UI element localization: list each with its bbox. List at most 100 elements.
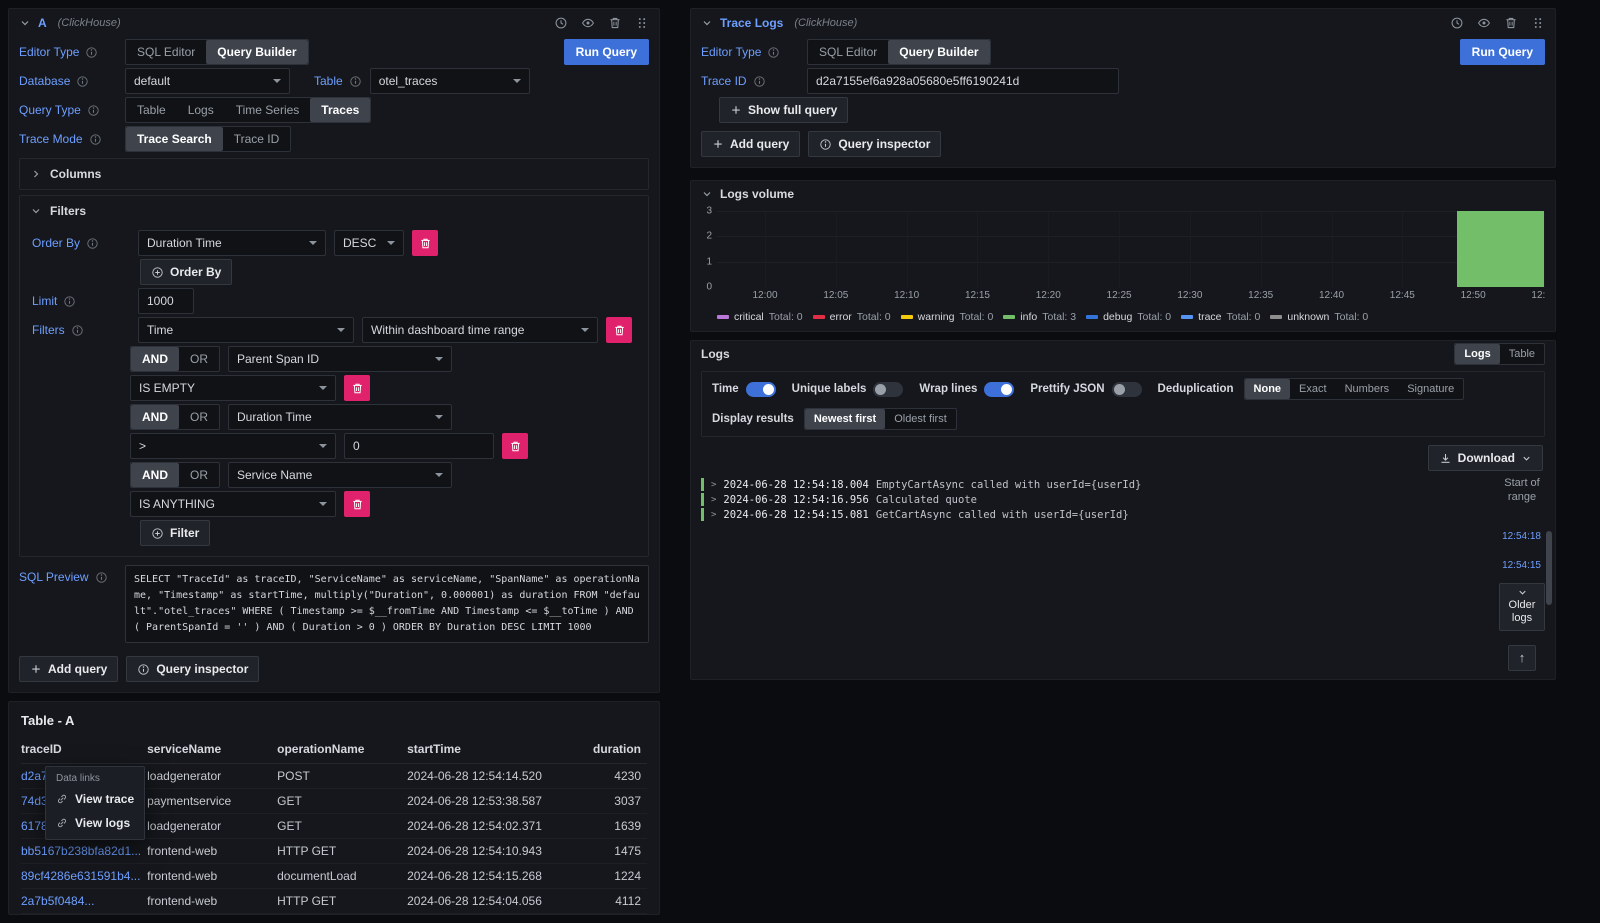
eye-icon[interactable]	[581, 16, 595, 30]
legend-item[interactable]: infoTotal: 3	[1003, 311, 1076, 323]
remove-condition-button[interactable]	[502, 433, 528, 459]
run-query-button[interactable]: Run Query	[564, 39, 649, 65]
filter-field-select[interactable]: Time	[138, 317, 354, 343]
drag-handle-icon[interactable]	[1531, 16, 1545, 30]
info-icon[interactable]	[86, 237, 99, 250]
trash-icon[interactable]	[1504, 16, 1518, 30]
older-logs-button[interactable]: Older logs	[1499, 583, 1545, 631]
trace-id-link[interactable]: bb5167b238bfa82d1...	[21, 839, 147, 864]
table-view-option[interactable]: Table	[1500, 344, 1544, 364]
time-switch[interactable]	[746, 382, 776, 397]
remove-order-by-button[interactable]	[412, 230, 438, 256]
log-row[interactable]: > 2024-06-28 12:54:16.956 Calculated quo…	[701, 492, 1493, 507]
oldest-first-option[interactable]: Oldest first	[885, 409, 956, 429]
condition-field-select[interactable]: Service Name	[228, 462, 452, 488]
query-builder-option[interactable]: Query Builder	[888, 40, 989, 64]
and-option[interactable]: AND	[131, 347, 179, 371]
log-row[interactable]: > 2024-06-28 12:54:18.004 EmptyCartAsync…	[701, 477, 1493, 492]
or-option[interactable]: OR	[179, 347, 219, 371]
remove-condition-button[interactable]	[344, 375, 370, 401]
trace-id-link[interactable]: 89cf4286e631591b4...	[21, 864, 147, 889]
log-timestamp-marker[interactable]: 12:54:15	[1502, 560, 1541, 571]
sql-editor-option[interactable]: SQL Editor	[808, 40, 888, 64]
limit-input[interactable]	[138, 288, 194, 314]
and-option[interactable]: AND	[131, 405, 179, 429]
trace-id-option[interactable]: Trace ID	[223, 127, 291, 151]
dedup-numbers-option[interactable]: Numbers	[1336, 379, 1399, 399]
info-icon[interactable]	[76, 75, 89, 88]
logs-view-option[interactable]: Logs	[1455, 344, 1499, 364]
legend-item[interactable]: traceTotal: 0	[1181, 311, 1260, 323]
order-by-field-select[interactable]: Duration Time	[138, 230, 326, 256]
column-header-starttime[interactable]: startTime	[407, 736, 579, 764]
add-query-button[interactable]: Add query	[701, 131, 800, 157]
info-icon[interactable]	[767, 46, 780, 59]
show-full-query-button[interactable]: Show full query	[719, 97, 848, 123]
drag-handle-icon[interactable]	[635, 16, 649, 30]
view-logs-menu-item[interactable]: View logs	[46, 811, 144, 835]
or-option[interactable]: OR	[179, 463, 219, 487]
query-builder-option[interactable]: Query Builder	[206, 40, 307, 64]
run-query-button[interactable]: Run Query	[1460, 39, 1545, 65]
history-icon[interactable]	[1450, 16, 1464, 30]
history-icon[interactable]	[554, 16, 568, 30]
dedup-exact-option[interactable]: Exact	[1290, 379, 1336, 399]
prettify-json-switch[interactable]	[1112, 382, 1142, 397]
add-query-button[interactable]: Add query	[19, 656, 118, 682]
query-type-logs[interactable]: Logs	[177, 98, 225, 122]
query-type-table[interactable]: Table	[126, 98, 177, 122]
legend-item[interactable]: debugTotal: 0	[1086, 311, 1171, 323]
dedup-none-option[interactable]: None	[1245, 379, 1291, 399]
or-option[interactable]: OR	[179, 405, 219, 429]
and-option[interactable]: AND	[131, 463, 179, 487]
info-icon[interactable]	[349, 75, 362, 88]
database-select[interactable]: default	[125, 68, 290, 94]
trace-id-link[interactable]: 2a7b5f0484...	[21, 889, 147, 914]
condition-value-input[interactable]	[344, 433, 494, 459]
condition-operator-select[interactable]: IS ANYTHING	[130, 491, 336, 517]
dedup-signature-option[interactable]: Signature	[1398, 379, 1463, 399]
info-icon[interactable]	[753, 75, 766, 88]
order-by-direction-select[interactable]: DESC	[334, 230, 404, 256]
chevron-down-icon[interactable]	[701, 188, 713, 200]
add-order-by-button[interactable]: Order By	[140, 259, 232, 285]
query-inspector-button[interactable]: Query inspector	[808, 131, 941, 157]
query-inspector-button[interactable]: Query inspector	[126, 656, 259, 682]
trash-icon[interactable]	[608, 16, 622, 30]
trace-id-input[interactable]	[807, 68, 1119, 94]
add-filter-button[interactable]: Filter	[140, 520, 210, 546]
scrollbar-thumb[interactable]	[1546, 531, 1552, 605]
log-timestamp-marker[interactable]: 12:54:18	[1502, 531, 1541, 542]
wrap-lines-switch[interactable]	[984, 382, 1014, 397]
filter-operator-select[interactable]: Within dashboard time range	[362, 317, 598, 343]
collapse-chevron-icon[interactable]	[701, 17, 713, 29]
condition-field-select[interactable]: Parent Span ID	[228, 346, 452, 372]
legend-item[interactable]: unknownTotal: 0	[1270, 311, 1368, 323]
column-header-duration[interactable]: duration	[579, 736, 647, 764]
condition-field-select[interactable]: Duration Time	[228, 404, 452, 430]
newest-first-option[interactable]: Newest first	[805, 409, 885, 429]
scroll-to-top-button[interactable]: ↑	[1508, 645, 1536, 671]
info-icon[interactable]	[87, 104, 100, 117]
sql-editor-option[interactable]: SQL Editor	[126, 40, 206, 64]
unique-labels-switch[interactable]	[873, 382, 903, 397]
legend-item[interactable]: warningTotal: 0	[901, 311, 994, 323]
info-icon[interactable]	[71, 324, 84, 337]
columns-section-header[interactable]: Columns	[20, 159, 648, 189]
filters-section-header[interactable]: Filters	[20, 196, 648, 226]
column-header-traceid[interactable]: traceID	[21, 736, 147, 764]
query-type-timeseries[interactable]: Time Series	[225, 98, 311, 122]
view-trace-menu-item[interactable]: View trace	[46, 787, 144, 811]
collapse-chevron-icon[interactable]	[19, 17, 31, 29]
column-header-operationname[interactable]: operationName	[277, 736, 407, 764]
eye-icon[interactable]	[1477, 16, 1491, 30]
condition-operator-select[interactable]: IS EMPTY	[130, 375, 336, 401]
legend-item[interactable]: errorTotal: 0	[813, 311, 891, 323]
log-row[interactable]: > 2024-06-28 12:54:15.081 GetCartAsync c…	[701, 507, 1493, 522]
download-button[interactable]: Download	[1428, 445, 1543, 471]
trace-search-option[interactable]: Trace Search	[126, 127, 223, 151]
query-type-traces[interactable]: Traces	[310, 98, 370, 122]
info-icon[interactable]	[95, 571, 108, 584]
condition-operator-select[interactable]: >	[130, 433, 336, 459]
info-icon[interactable]	[89, 133, 102, 146]
